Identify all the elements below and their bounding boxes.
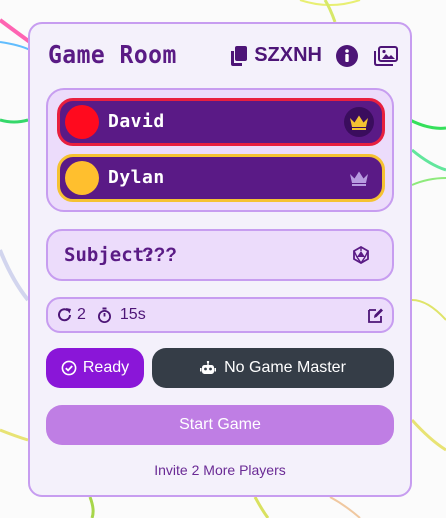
room-code[interactable]: SZXNH xyxy=(254,44,322,67)
player-list: David Dylan xyxy=(46,88,394,212)
action-buttons: Ready No Game Master xyxy=(46,348,394,388)
player-card-dylan[interactable]: Dylan xyxy=(57,154,385,202)
game-room-panel: Game Room SZXNH David Dylan Subject: ???… xyxy=(28,22,412,497)
player-card-david[interactable]: David xyxy=(57,98,385,146)
crown-icon xyxy=(350,171,368,186)
player-name: David xyxy=(108,111,165,132)
player-color-dot xyxy=(65,161,99,195)
header-actions: SZXNH xyxy=(230,44,398,67)
dice-d20-icon[interactable] xyxy=(352,245,370,268)
player-color-dot xyxy=(65,105,99,139)
invite-players-link[interactable]: Invite 2 More Players xyxy=(30,462,410,478)
ready-label: Ready xyxy=(82,359,130,376)
player-name: Dylan xyxy=(108,167,165,188)
subject-field[interactable]: Subject: ??? xyxy=(46,229,394,281)
info-icon[interactable] xyxy=(336,44,358,67)
game-master-label: No Game Master xyxy=(224,359,346,376)
images-icon[interactable] xyxy=(374,45,398,66)
page-title: Game Room xyxy=(48,40,177,69)
ready-button[interactable]: Ready xyxy=(46,348,144,388)
room-code-copy[interactable]: SZXNH xyxy=(230,44,336,67)
redo-icon xyxy=(57,307,73,323)
stopwatch-icon xyxy=(97,307,112,323)
time-limit: 15s xyxy=(119,306,146,323)
edit-icon[interactable] xyxy=(367,307,384,328)
crown-icon xyxy=(350,115,368,130)
make-host-crown[interactable] xyxy=(344,163,374,193)
start-game-button[interactable]: Start Game xyxy=(46,405,394,445)
rounds-count: 2 xyxy=(77,306,86,323)
robot-icon xyxy=(200,361,217,374)
game-master-button[interactable]: No Game Master xyxy=(152,348,394,388)
copy-icon[interactable] xyxy=(230,45,248,67)
host-crown xyxy=(344,107,374,137)
game-settings[interactable]: 2 15s xyxy=(46,297,394,333)
check-circle-icon xyxy=(61,360,77,376)
subject-value: ??? xyxy=(142,245,177,266)
